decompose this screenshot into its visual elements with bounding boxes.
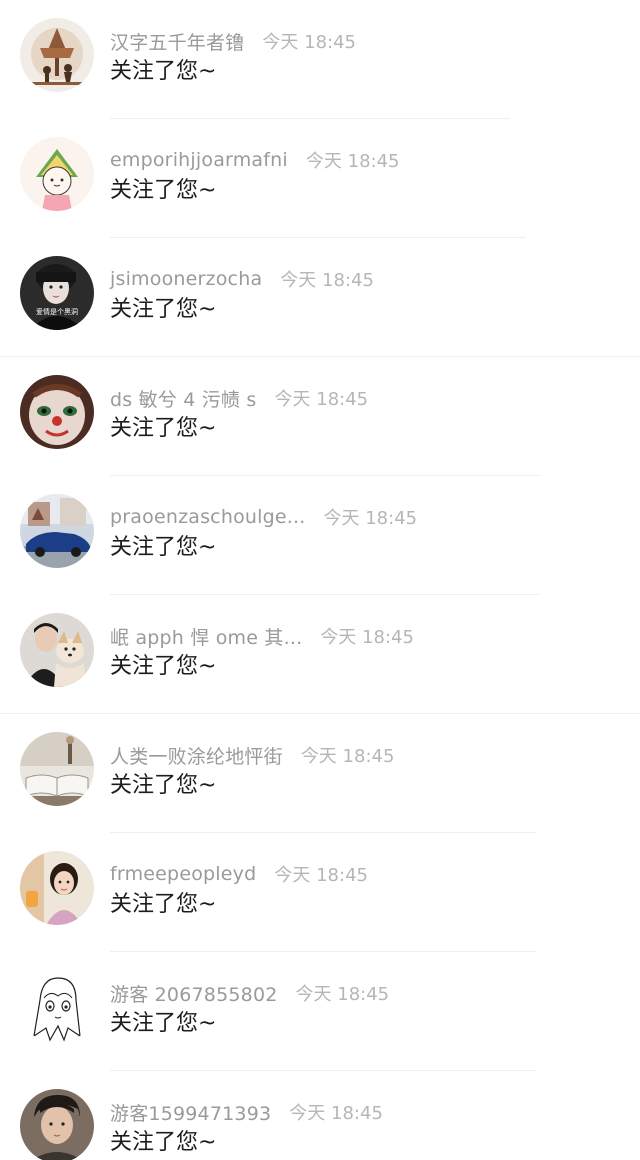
notification-row[interactable]: 游客1599471393 今天 18:45 关注了您~	[0, 1071, 640, 1160]
svg-text:爱情是个黑洞: 爱情是个黑洞	[36, 307, 78, 316]
avatar[interactable]: 爱情是个黑洞	[20, 256, 94, 330]
timestamp: 今天 18:45	[300, 746, 395, 767]
avatar[interactable]	[20, 375, 94, 449]
timestamp: 今天 18:45	[320, 627, 414, 648]
notification-row[interactable]: 爱情是个黑洞 jsimoonerzocha 今天 18:45 关注了您~	[0, 238, 640, 357]
avatar[interactable]	[20, 137, 94, 211]
avatar-dark-portrait-icon: 爱情是个黑洞	[20, 256, 94, 330]
timestamp: 今天 18:45	[305, 151, 400, 172]
username[interactable]: 汉字五千年者镥	[110, 28, 244, 55]
username[interactable]: jsimoonerzocha	[110, 268, 262, 290]
username[interactable]: frmeepeopleyd	[110, 863, 256, 885]
username[interactable]: 游客1599471393	[110, 1099, 271, 1126]
avatar-person-with-dog-icon	[20, 613, 94, 687]
notification-message: 关注了您~	[110, 416, 217, 441]
timestamp: 今天 18:45	[289, 1103, 383, 1124]
avatar-watermelon-cartoon-icon	[20, 137, 94, 211]
follow-notification-list: 汉字五千年者镥 今天 18:45 关注了您~ emporihjjoarmafni…	[0, 0, 640, 1160]
avatar-anime-sketch-icon	[20, 970, 94, 1044]
notification-message: 关注了您~	[110, 59, 217, 84]
username[interactable]: 游客 2067855802	[110, 980, 278, 1007]
notification-message: 关注了您~	[110, 654, 217, 679]
timestamp: 今天 18:45	[295, 984, 390, 1005]
timestamp: 今天 18:45	[274, 389, 369, 410]
notification-row[interactable]: emporihjjoarmafni 今天 18:45 关注了您~	[0, 119, 640, 238]
avatar[interactable]	[20, 970, 94, 1044]
avatar-silhouette-tree-icon	[20, 18, 94, 92]
username[interactable]: ds 敏兮 4 污帻 s	[110, 385, 257, 412]
notification-message: 关注了您~	[110, 1011, 217, 1036]
avatar[interactable]	[20, 1089, 94, 1160]
username[interactable]: 岷 apph 悍 ome 其...	[110, 623, 302, 650]
timestamp: 今天 18:45	[280, 270, 374, 291]
notification-row[interactable]: ds 敏兮 4 污帻 s 今天 18:45 关注了您~	[0, 357, 640, 476]
notification-row[interactable]: 汉字五千年者镥 今天 18:45 关注了您~	[0, 0, 640, 119]
avatar-clown-face-icon	[20, 375, 94, 449]
notification-row[interactable]: frmeepeopleyd 今天 18:45 关注了您~	[0, 833, 640, 952]
username[interactable]: 人类一败涂纶地怦街	[110, 742, 283, 769]
notification-row[interactable]: 游客 2067855802 今天 18:45 关注了您~	[0, 952, 640, 1071]
avatar[interactable]	[20, 494, 94, 568]
notification-row[interactable]: 人类一败涂纶地怦街 今天 18:45 关注了您~	[0, 714, 640, 833]
notification-row[interactable]: praoenzaschoulge... 今天 18:45 关注了您~	[0, 476, 640, 595]
notification-message: 关注了您~	[110, 297, 217, 322]
notification-row[interactable]: 岷 apph 悍 ome 其... 今天 18:45 关注了您~	[0, 595, 640, 714]
avatar[interactable]	[20, 18, 94, 92]
avatar[interactable]	[20, 613, 94, 687]
notification-message: 关注了您~	[110, 892, 217, 917]
avatar-blue-car-icon	[20, 494, 94, 568]
avatar-boy-photo-icon	[20, 1089, 94, 1160]
avatar[interactable]	[20, 851, 94, 925]
avatar[interactable]	[20, 732, 94, 806]
username[interactable]: emporihjjoarmafni	[110, 149, 288, 171]
notification-message: 关注了您~	[110, 535, 217, 560]
notification-message: 关注了您~	[110, 1130, 217, 1155]
timestamp: 今天 18:45	[262, 32, 357, 53]
username[interactable]: praoenzaschoulge...	[110, 506, 306, 528]
avatar-girl-photo-icon	[20, 851, 94, 925]
avatar-open-book-icon	[20, 732, 94, 806]
timestamp: 今天 18:45	[323, 508, 418, 529]
timestamp: 今天 18:45	[274, 865, 368, 886]
notification-message: 关注了您~	[110, 178, 217, 203]
notification-message: 关注了您~	[110, 773, 217, 798]
